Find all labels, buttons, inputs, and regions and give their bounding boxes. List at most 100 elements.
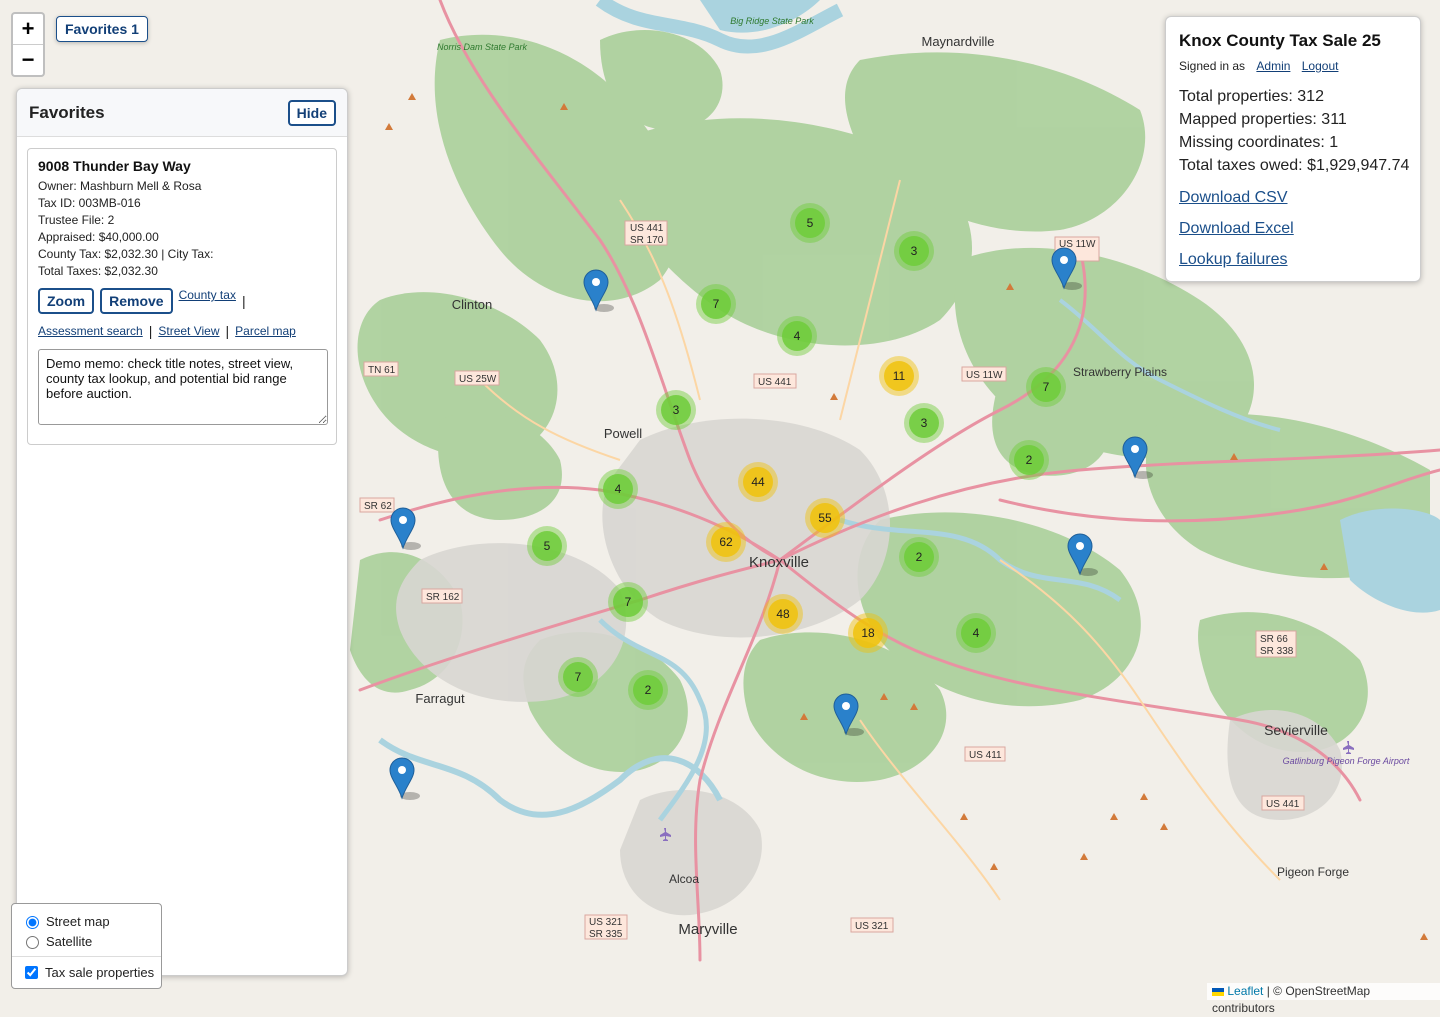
cluster-marker[interactable]: 55 — [805, 498, 845, 538]
cluster-marker[interactable]: 4 — [777, 316, 817, 356]
favorite-actions: Zoom Remove County tax | — [38, 288, 327, 314]
cluster-marker[interactable]: 2 — [899, 537, 939, 577]
favorite-county-city-tax: County Tax: $2,032.30 | City Tax: — [38, 247, 214, 261]
admin-link[interactable]: Admin — [1256, 59, 1290, 73]
route-shield: US 25W — [454, 370, 500, 386]
tax-sale-checkbox[interactable] — [25, 965, 38, 979]
cluster-count: 3 — [921, 416, 928, 430]
route-shield: US 321 — [850, 917, 894, 933]
cluster-count: 4 — [615, 482, 622, 496]
svg-text:SR 335: SR 335 — [589, 929, 623, 940]
favorites-toggle-button[interactable]: Favorites 1 — [56, 16, 148, 42]
favorites-header: Favorites Hide — [17, 89, 347, 137]
cluster-count: 3 — [673, 403, 680, 417]
satellite-label: Satellite — [46, 933, 93, 949]
cluster-marker[interactable]: 7 — [558, 657, 598, 697]
tax-sale-label: Tax sale properties — [45, 964, 155, 980]
cluster-marker[interactable]: 7 — [608, 582, 648, 622]
svg-text:US 441: US 441 — [630, 223, 664, 234]
street-view-link[interactable]: Street View — [158, 324, 219, 338]
base-layers: Street map Satellite — [12, 904, 161, 951]
cluster-marker[interactable]: 4 — [956, 613, 996, 653]
street-map-option[interactable]: Street map — [21, 911, 161, 931]
route-shield: TN 61 — [363, 361, 399, 377]
cluster-marker[interactable]: 2 — [1009, 440, 1049, 480]
cluster-count: 18 — [861, 626, 875, 640]
zoom-control: + − — [11, 12, 45, 77]
cluster-marker[interactable]: 7 — [1026, 367, 1066, 407]
cluster-count: 48 — [776, 607, 790, 621]
route-shield: US 11W — [961, 366, 1007, 382]
cluster-marker[interactable]: 5 — [527, 526, 567, 566]
favorites-title: Favorites — [29, 102, 105, 122]
route-shield: US 441SR 170 — [624, 220, 668, 246]
cluster-marker[interactable]: 2 — [628, 670, 668, 710]
logout-link[interactable]: Logout — [1302, 59, 1339, 73]
route-shield: SR 66SR 338 — [1255, 630, 1297, 658]
favorite-owner: Owner: Mashburn Mell & Rosa — [38, 179, 202, 193]
cluster-marker[interactable]: 48 — [763, 594, 803, 634]
assessment-search-link[interactable]: Assessment search — [38, 324, 143, 338]
favorite-trustee-file: Trustee File: 2 — [38, 213, 115, 227]
svg-text:US 441: US 441 — [758, 377, 792, 388]
cluster-marker[interactable]: 3 — [656, 390, 696, 430]
link-separator: | — [225, 323, 230, 339]
satellite-option[interactable]: Satellite — [21, 931, 161, 951]
route-shield: SR 162 — [421, 588, 463, 604]
town-label: Pigeon Forge — [1277, 865, 1349, 879]
favorite-appraised: Appraised: $40,000.00 — [38, 230, 159, 244]
cluster-marker[interactable]: 11 — [879, 356, 919, 396]
park-label: Norris Dam State Park — [437, 42, 528, 52]
cluster-count: 11 — [893, 369, 906, 383]
cluster-marker[interactable]: 7 — [696, 284, 736, 324]
remove-favorite-button[interactable]: Remove — [100, 288, 173, 314]
parcel-map-link[interactable]: Parcel map — [235, 324, 296, 338]
cluster-count: 7 — [625, 595, 632, 609]
town-label: Maynardville — [922, 34, 995, 49]
cluster-marker[interactable]: 5 — [790, 203, 830, 243]
leaflet-link[interactable]: Leaflet — [1227, 984, 1263, 998]
svg-text:SR 62: SR 62 — [364, 501, 392, 512]
missing-coordinates: Missing coordinates: 1 — [1179, 134, 1339, 151]
route-shield: US 441 — [1261, 795, 1305, 811]
cluster-marker[interactable]: 3 — [894, 231, 934, 271]
route-shield: US 411 — [964, 746, 1006, 762]
cluster-count: 44 — [751, 475, 765, 489]
cluster-count: 5 — [544, 539, 551, 553]
favorite-card: 9008 Thunder Bay Way Owner: Mashburn Mel… — [27, 148, 337, 445]
download-csv-link[interactable]: Download CSV — [1179, 187, 1420, 209]
zoom-out-button[interactable]: − — [13, 44, 43, 75]
town-label: Alcoa — [669, 872, 699, 886]
total-taxes-owed: Total taxes owed: $1,929,947.74 — [1179, 157, 1410, 174]
town-label: Clinton — [452, 297, 492, 312]
link-separator: | — [241, 293, 246, 309]
lookup-failures-link[interactable]: Lookup failures — [1179, 249, 1420, 271]
favorite-address: 9008 Thunder Bay Way — [38, 158, 191, 174]
satellite-radio[interactable] — [26, 936, 39, 949]
svg-text:US 411: US 411 — [969, 750, 1002, 761]
cluster-marker[interactable]: 4 — [598, 469, 638, 509]
cluster-count: 2 — [916, 550, 923, 564]
cluster-count: 55 — [818, 511, 832, 525]
hide-favorites-button[interactable]: Hide — [287, 99, 336, 126]
zoom-in-button[interactable]: + — [13, 14, 43, 44]
favorite-total-taxes: Total Taxes: $2,032.30 — [38, 264, 158, 278]
svg-text:SR 66: SR 66 — [1260, 634, 1288, 645]
county-tax-link[interactable]: County tax — [179, 288, 236, 302]
download-excel-link[interactable]: Download Excel — [1179, 218, 1420, 240]
svg-text:US 441: US 441 — [1266, 799, 1300, 810]
cluster-marker[interactable]: 18 — [848, 613, 888, 653]
cluster-count: 3 — [911, 244, 918, 258]
favorite-tax-id: Tax ID: 003MB-016 — [38, 196, 141, 210]
cluster-marker[interactable]: 3 — [904, 403, 944, 443]
svg-text:US 25W: US 25W — [459, 374, 497, 385]
route-shield: US 321SR 335 — [584, 914, 628, 940]
tax-sale-option[interactable]: Tax sale properties — [21, 962, 161, 982]
cluster-marker[interactable]: 44 — [738, 462, 778, 502]
cluster-count: 4 — [794, 329, 801, 343]
zoom-to-favorite-button[interactable]: Zoom — [38, 288, 95, 314]
link-separator: | — [148, 323, 153, 339]
favorite-memo-textarea[interactable]: Demo memo: check title notes, street vie… — [38, 349, 328, 425]
street-map-radio[interactable] — [26, 916, 39, 929]
cluster-marker[interactable]: 62 — [706, 522, 746, 562]
